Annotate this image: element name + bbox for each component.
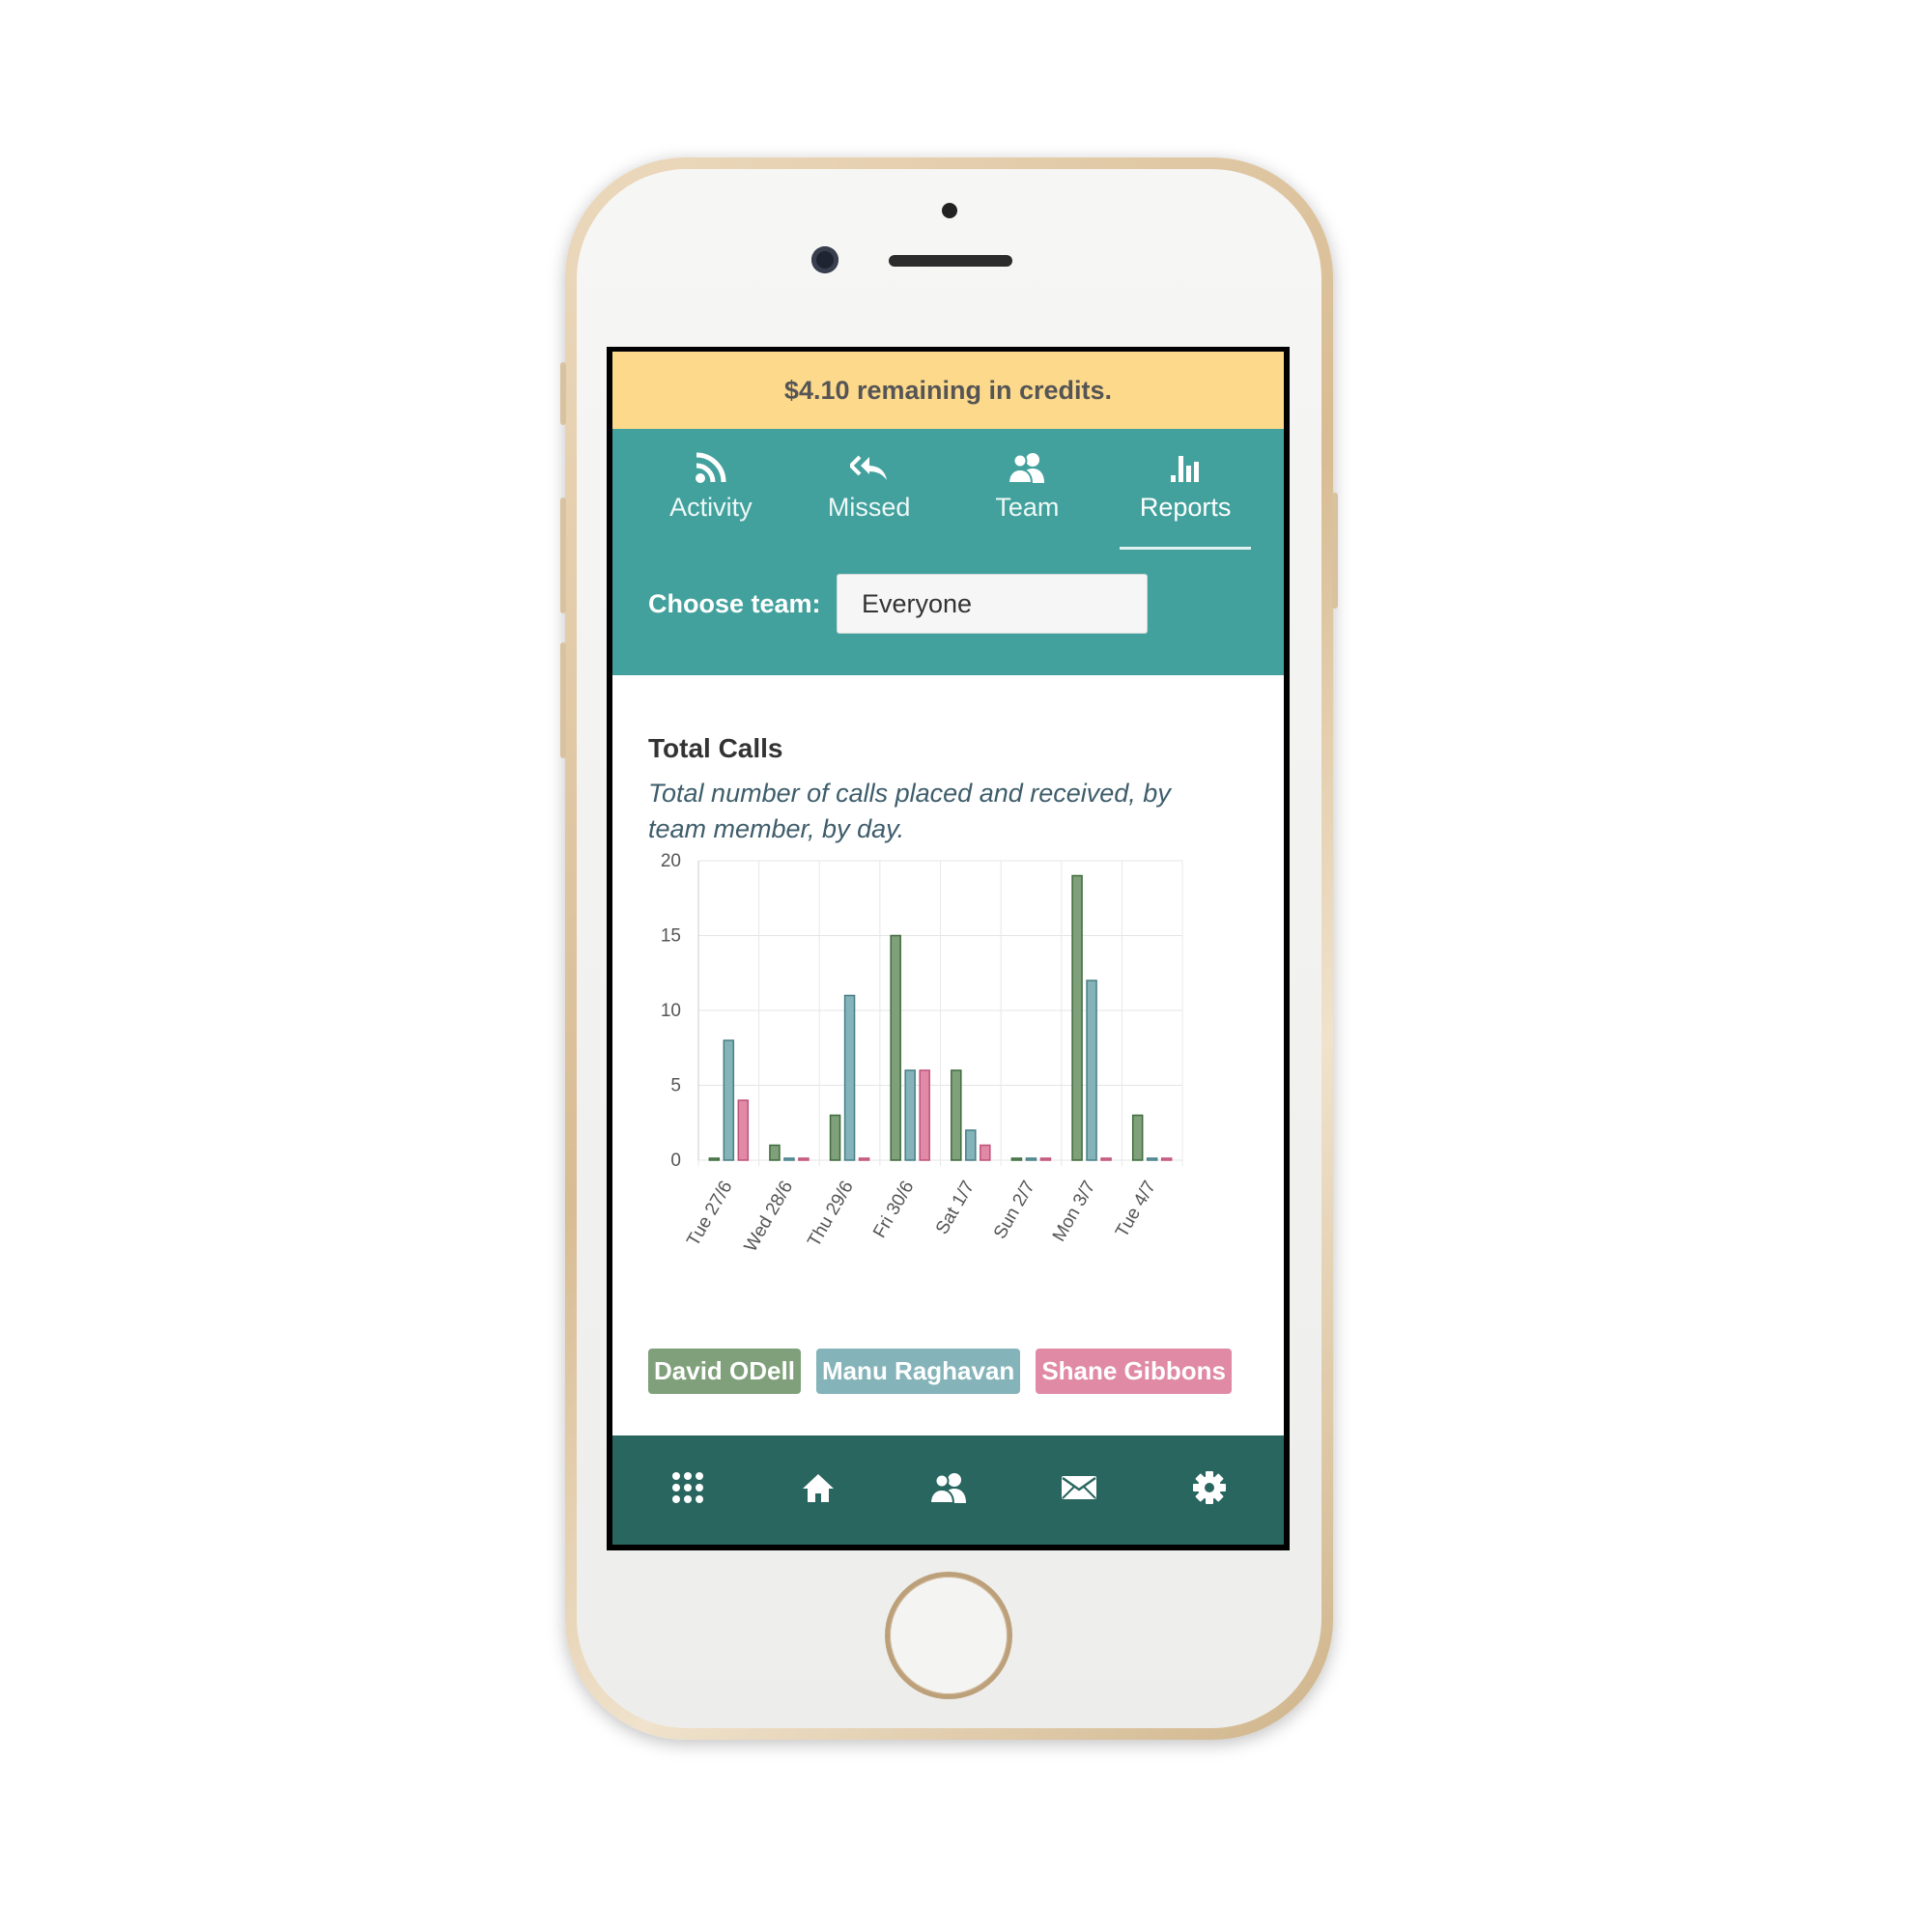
phone-screen: $4.10 remaining in credits. Activity Mis…	[607, 347, 1290, 1550]
tab-missed[interactable]: Missed	[790, 429, 949, 550]
chart-bar	[1131, 1114, 1144, 1161]
chart-bar	[890, 934, 901, 1161]
tab-label: Missed	[827, 493, 911, 522]
credits-banner: $4.10 remaining in credits.	[612, 352, 1284, 429]
keypad-icon	[671, 1471, 704, 1509]
home-button[interactable]	[890, 1577, 1008, 1694]
chart-bar	[1025, 1157, 1037, 1161]
team-filter: Choose team: Everyone	[648, 574, 1148, 634]
legend-shane-gibbons[interactable]: Shane Gibbons	[1036, 1349, 1232, 1394]
chart-legend: David ODell Manu Raghavan Shane Gibbons	[648, 1349, 1232, 1394]
tab-label: Reports	[1139, 493, 1232, 522]
report-header: Total Calls Total number of calls placed…	[612, 675, 1284, 847]
credits-text: $4.10 remaining in credits.	[783, 375, 1113, 405]
mail-icon	[1061, 1475, 1097, 1505]
y-tick-label: 10	[661, 1001, 681, 1021]
gear-icon	[1192, 1470, 1227, 1510]
x-tick-label: Thu 29/6	[804, 1178, 858, 1250]
front-camera	[811, 246, 838, 273]
team-select-value: Everyone	[862, 588, 973, 618]
x-tick-label: Wed 28/6	[741, 1178, 798, 1256]
rss-icon	[695, 448, 727, 487]
legend-label: Manu Raghavan	[821, 1356, 1015, 1385]
chart-bar	[919, 1069, 930, 1161]
x-tick-label: Fri 30/6	[869, 1178, 918, 1241]
report-subtitle: Total number of calls placed and receive…	[648, 779, 1171, 843]
nav-team[interactable]	[920, 1462, 978, 1520]
chart-bar	[1010, 1157, 1023, 1161]
chart-bar	[1160, 1157, 1173, 1161]
x-tick-label: Sat 1/7	[932, 1178, 979, 1238]
chart-bar	[858, 1157, 870, 1161]
legend-manu-raghavan[interactable]: Manu Raghavan	[815, 1349, 1021, 1394]
x-tick-label: Sun 2/7	[990, 1178, 1039, 1242]
chart-bar	[723, 1039, 735, 1161]
power-button	[1332, 493, 1338, 609]
report-title: Total Calls	[648, 733, 783, 763]
chart-bar	[951, 1069, 962, 1161]
tab-bar: Activity Missed Team Reports	[612, 429, 1284, 550]
volume-up-button	[560, 497, 566, 613]
nav-home[interactable]	[789, 1462, 847, 1520]
tab-label: Team	[995, 493, 1060, 522]
chart-bar	[769, 1144, 781, 1161]
chart-bar	[965, 1129, 977, 1161]
team-select[interactable]: Everyone	[837, 574, 1148, 634]
y-tick-label: 5	[670, 1076, 681, 1096]
mute-switch	[560, 362, 566, 425]
home-icon	[802, 1472, 835, 1508]
tab-reports[interactable]: Reports	[1106, 429, 1264, 550]
legend-label: David ODell	[654, 1356, 795, 1385]
users-icon	[928, 1471, 968, 1509]
chart-bar	[1071, 874, 1083, 1161]
chart-bar	[708, 1157, 721, 1161]
chart-bar	[1039, 1157, 1052, 1161]
nav-keypad[interactable]	[659, 1462, 717, 1520]
bottom-nav	[612, 1435, 1284, 1545]
users-icon	[1008, 448, 1046, 487]
x-tick-label: Tue 4/7	[1112, 1178, 1160, 1241]
tab-label: Activity	[669, 493, 753, 522]
y-tick-label: 15	[661, 926, 681, 947]
chart-bar	[783, 1157, 795, 1161]
chart-bar	[798, 1157, 810, 1161]
total-calls-chart: 0 5 10 15 20 Tue 27/6 Wed 28/6 Thu 29/6 Fri 30/6…	[612, 844, 1284, 1260]
tab-team[interactable]: Team	[949, 429, 1107, 550]
reply-all-icon	[849, 448, 889, 487]
legend-label: Shane Gibbons	[1041, 1356, 1226, 1385]
x-tick-label: Mon 3/7	[1049, 1178, 1100, 1245]
team-filter-label: Choose team:	[648, 588, 821, 618]
chart-bar	[1146, 1157, 1158, 1161]
y-tick-label: 20	[661, 851, 681, 871]
nav-messages[interactable]	[1050, 1462, 1108, 1520]
chart-bar	[904, 1069, 916, 1161]
volume-down-button	[560, 642, 566, 758]
chart-bar	[737, 1099, 750, 1161]
chart-bar	[1086, 980, 1097, 1161]
app-header: Activity Missed Team Reports Choose team…	[612, 429, 1284, 675]
chart-bar	[980, 1144, 991, 1161]
app-screen: $4.10 remaining in credits. Activity Mis…	[612, 352, 1284, 1545]
chart-bar	[843, 994, 856, 1161]
legend-david-odell[interactable]: David ODell	[648, 1349, 801, 1394]
earpiece-speaker	[889, 255, 1012, 267]
tab-activity[interactable]: Activity	[632, 429, 790, 550]
x-tick-label: Tue 27/6	[683, 1178, 736, 1250]
proximity-sensor	[942, 203, 957, 218]
nav-settings[interactable]	[1180, 1462, 1238, 1520]
bar-chart-icon	[1170, 448, 1201, 487]
chart-svg: 0 5 10 15 20 Tue 27/6 Wed 28/6 Thu 29/6 Fri 30/6…	[661, 851, 1183, 1256]
y-tick-label: 0	[670, 1151, 681, 1171]
chart-bar	[1100, 1157, 1112, 1161]
chart-bar	[829, 1114, 841, 1161]
